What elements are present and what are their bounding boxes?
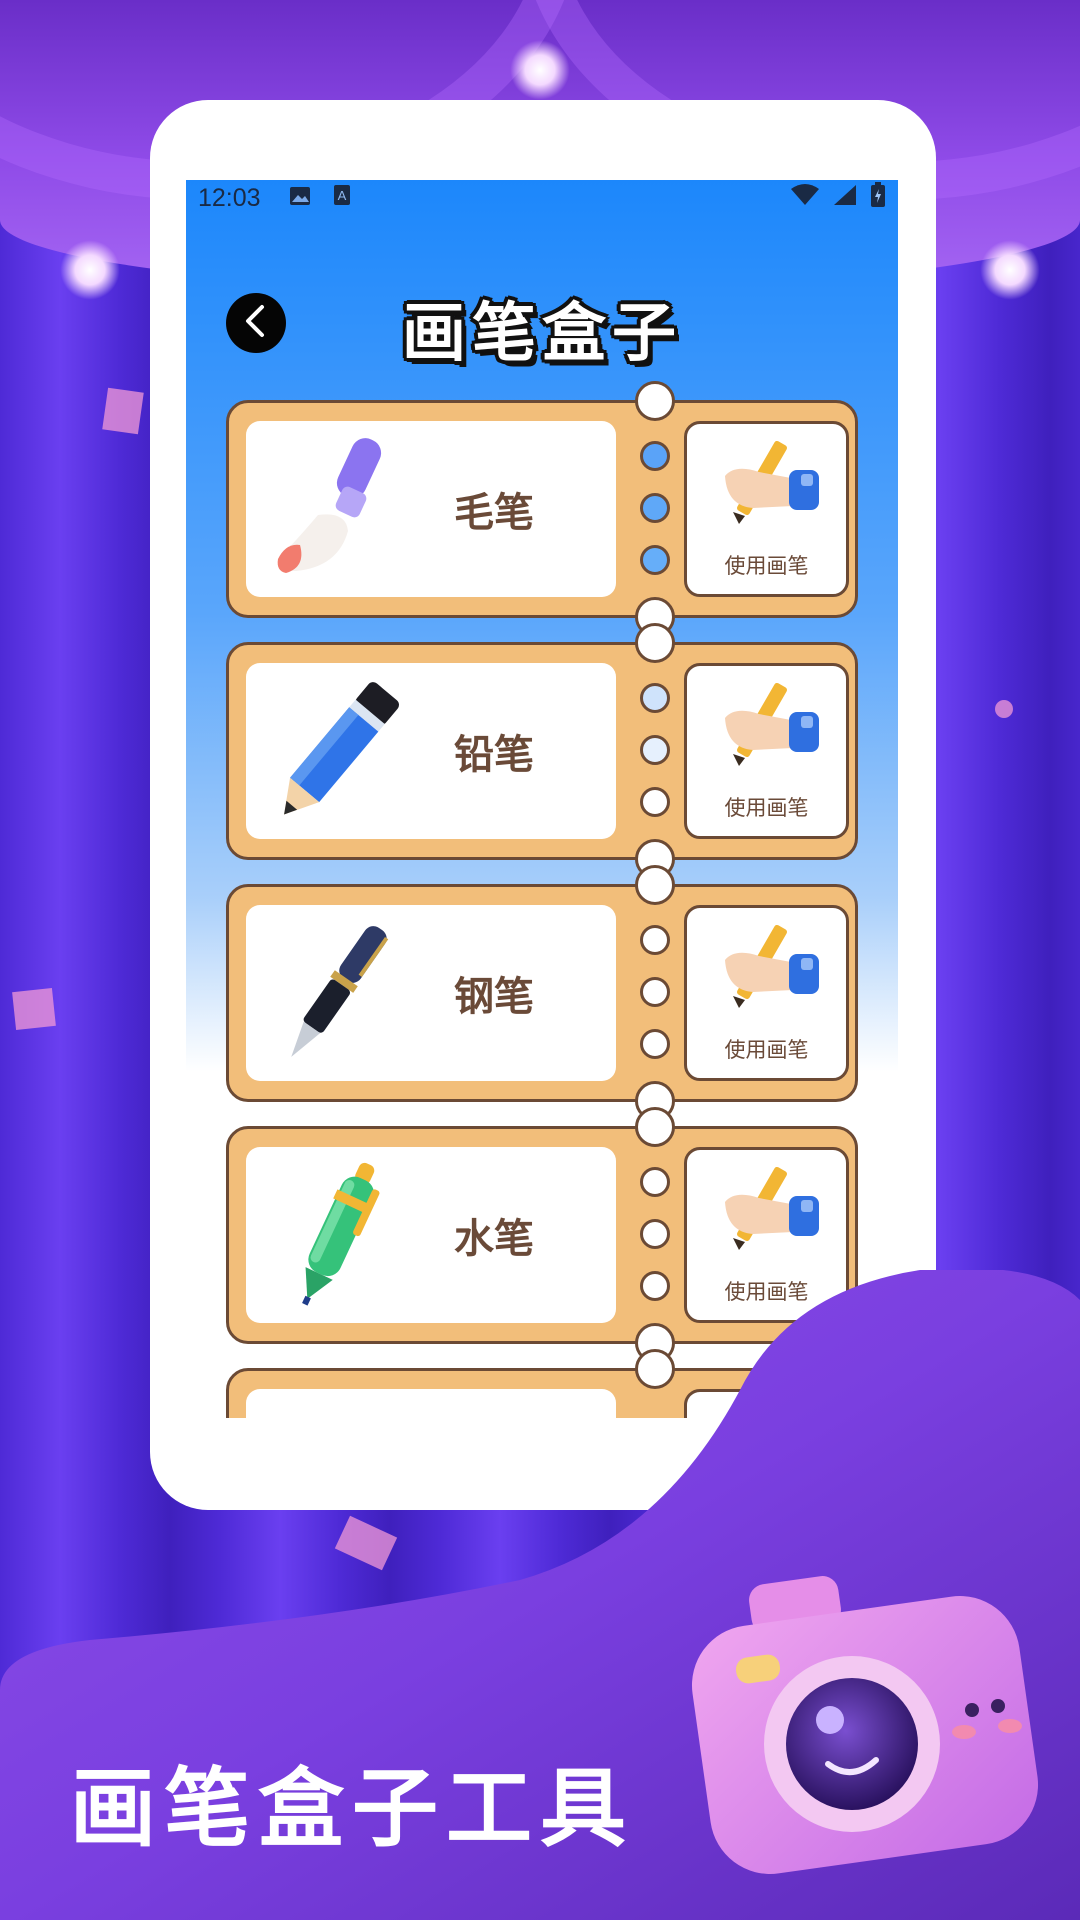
status-right-icons: [790, 181, 886, 215]
pen-name: 毛笔: [454, 490, 534, 536]
camera-icon: [680, 1560, 1070, 1890]
pen-card-fountain: 钢笔 使用画笔: [226, 865, 858, 1121]
ticket-notch: [635, 623, 675, 663]
image-icon: [289, 184, 311, 213]
battery-icon: [870, 181, 886, 215]
app-screen: 12:03 A 画笔盒子 毛笔 使用画笔 铅笔 使用画笔 钢笔 使用画笔 水笔 …: [186, 180, 898, 1418]
confetti: [102, 387, 144, 435]
use-pen-label: 使用画笔: [724, 554, 809, 578]
ticket-hole: [640, 1219, 670, 1249]
ticket-notch: [635, 381, 675, 421]
use-pen-button[interactable]: 使用画笔: [684, 421, 849, 597]
pen-name: 钢笔: [454, 974, 534, 1020]
pen-info-panel: 钢笔: [246, 905, 616, 1081]
hand-pencil-icon: [715, 920, 823, 1016]
stage-light: [60, 240, 120, 300]
hand-pencil-icon: [715, 436, 823, 532]
brush-icon: [266, 431, 406, 587]
ticket-hole: [640, 787, 670, 817]
ticket-hole: [640, 735, 670, 765]
keyboard-a-icon: A: [333, 184, 351, 213]
confetti: [12, 988, 56, 1030]
stage-light: [510, 40, 570, 100]
hand-pencil-icon: [715, 1162, 823, 1258]
pen-name: 铅笔: [454, 732, 534, 778]
promo-title: 画笔盒子工具: [70, 1759, 634, 1859]
use-pen-button[interactable]: 使用画笔: [684, 905, 849, 1081]
ticket-hole: [640, 925, 670, 955]
pen-list: 毛笔 使用画笔 铅笔 使用画笔 钢笔 使用画笔 水笔 使用画笔: [226, 381, 858, 1418]
cellular-icon: [832, 183, 858, 214]
hand-pencil-icon: [715, 678, 823, 774]
ticket-notch: [635, 1107, 675, 1147]
status-bar: 12:03 A: [186, 180, 898, 216]
ticket-hole: [640, 441, 670, 471]
ticket-hole: [640, 493, 670, 523]
ticket-hole: [640, 977, 670, 1007]
fountain-pen-icon: [266, 915, 406, 1071]
use-pen-label: 使用画笔: [724, 1038, 809, 1062]
status-time: 12:03: [198, 183, 261, 212]
ticket-hole: [640, 683, 670, 713]
pen-card-pencil: 铅笔 使用画笔: [226, 623, 858, 879]
pen-info-panel: 毛笔: [246, 421, 616, 597]
wifi-icon: [790, 183, 820, 214]
pen-info-panel: 铅笔: [246, 663, 616, 839]
svg-text:A: A: [337, 188, 346, 203]
use-pen-label: 使用画笔: [724, 796, 809, 820]
ticket-hole: [640, 545, 670, 575]
ticket-notch: [635, 865, 675, 905]
page-title: 画笔盒子: [402, 297, 682, 371]
confetti: [995, 700, 1013, 718]
use-pen-button[interactable]: 使用画笔: [684, 663, 849, 839]
stage-light: [980, 240, 1040, 300]
ticket-hole: [640, 1167, 670, 1197]
ticket-hole: [640, 1029, 670, 1059]
pencil-icon: [266, 673, 406, 829]
pen-card-brush: 毛笔 使用画笔: [226, 381, 858, 637]
